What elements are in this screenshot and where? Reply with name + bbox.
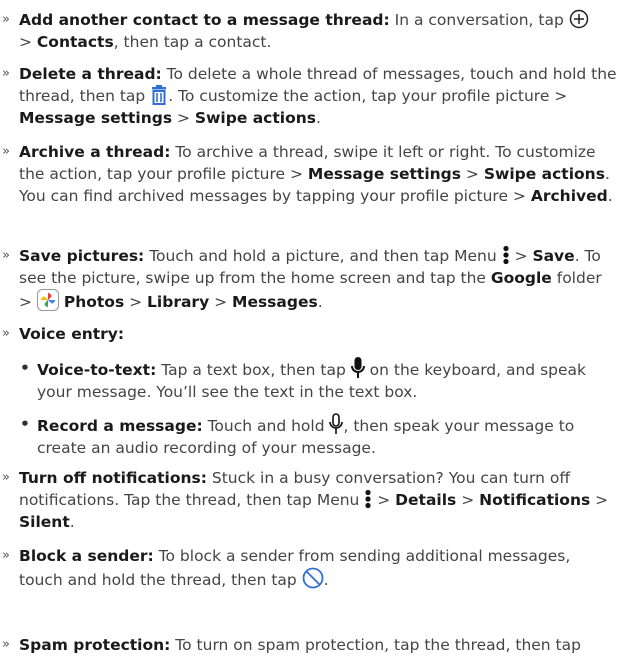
sub-item-record-message: • Record a message: Touch and hold , the… <box>20 413 575 457</box>
list-item-block-sender: » Block a sender: To block a sender from… <box>2 547 571 589</box>
add-circle-icon <box>569 9 588 29</box>
list-item-add-contact: » Add another contact to a message threa… <box>0 9 618 53</box>
chevron-bullet: » <box>2 637 10 652</box>
more-vertical-icon <box>502 245 509 265</box>
chevron-bullet: » <box>2 12 10 27</box>
list-item-turn-off-notifications: » Turn off notifications: Stuck in a bus… <box>2 469 609 531</box>
dot-bullet: • <box>20 359 30 377</box>
google-photos-icon <box>36 289 59 311</box>
microphone-outline-icon <box>329 413 344 434</box>
item-title: Save pictures: <box>19 247 145 265</box>
list-item-spam-protection: » Spam protection: To turn on spam prote… <box>2 636 581 654</box>
list-item-voice-entry: » Voice entry: <box>0 323 618 345</box>
trash-icon <box>152 85 167 105</box>
item-title: Add another contact to a message thread: <box>19 11 390 29</box>
sub-item-voice-to-text: • Voice-to-text: Tap a text box, then ta… <box>20 357 587 401</box>
item-title: Turn off notifications: <box>19 469 207 487</box>
chevron-bullet: » <box>2 66 10 81</box>
sub-item-title: Record a message: <box>37 417 203 435</box>
item-title: Voice entry: <box>19 325 125 343</box>
microphone-icon <box>350 357 365 378</box>
chevron-bullet: » <box>2 248 10 263</box>
item-title: Spam protection: <box>19 636 171 654</box>
chevron-bullet: » <box>2 470 10 485</box>
list-item-archive-thread: » Archive a thread: To archive a thread,… <box>2 143 613 205</box>
list-item-save-pictures: » Save pictures: Touch and hold a pictur… <box>2 245 602 311</box>
list-item-delete-thread: » Delete a thread: To delete a whole thr… <box>2 65 617 127</box>
item-title: Delete a thread: <box>19 65 162 83</box>
dot-bullet: • <box>20 415 30 433</box>
sub-item-title: Voice-to-text: <box>37 361 157 379</box>
item-title: Block a sender: <box>19 547 154 565</box>
chevron-bullet: » <box>2 326 10 341</box>
chevron-bullet: » <box>2 144 10 159</box>
item-title: Archive a thread: <box>19 143 171 161</box>
chevron-bullet: » <box>2 548 10 563</box>
block-icon <box>302 567 324 589</box>
